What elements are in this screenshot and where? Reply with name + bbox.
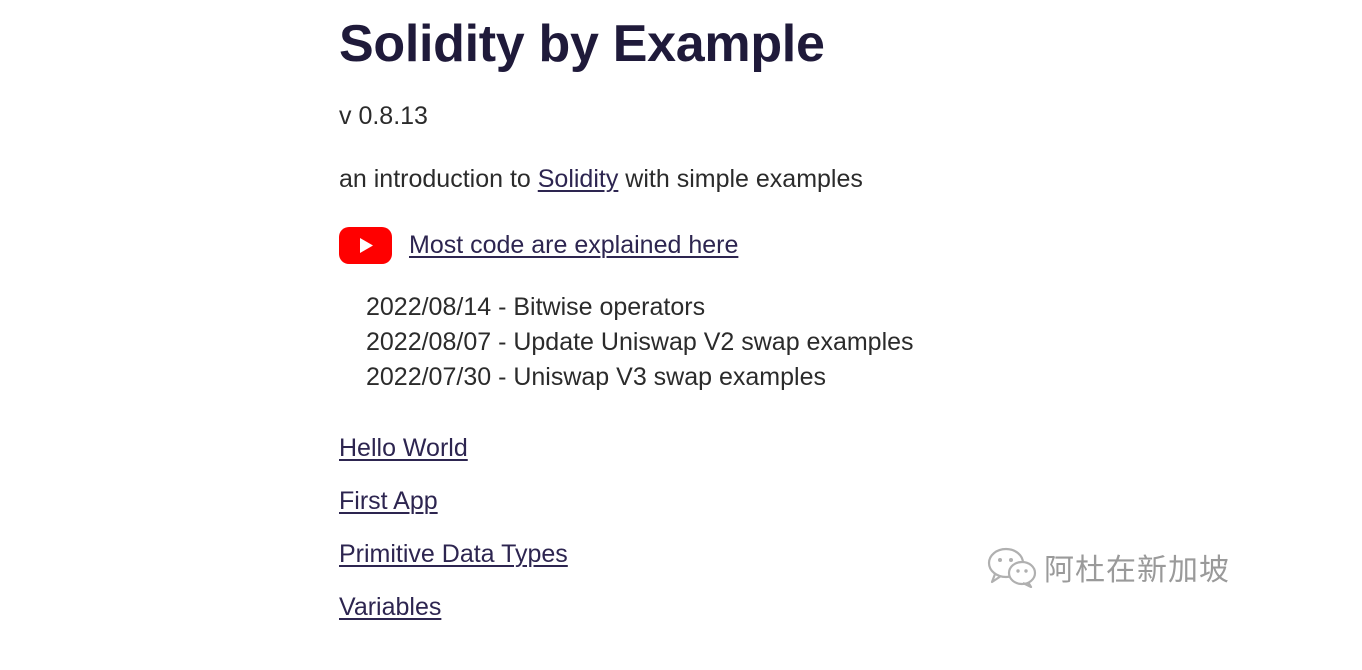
updates-list: 2022/08/14 - Bitwise operators 2022/08/0… [366,290,914,395]
youtube-icon[interactable] [339,226,392,264]
update-item: 2022/07/30 - Uniswap V3 swap examples [366,363,826,391]
solidity-link[interactable]: Solidity [538,165,619,193]
nav-link-first-app[interactable]: First App [339,487,438,515]
nav-link-primitive-data-types[interactable]: Primitive Data Types [339,540,568,568]
intro-text: an introduction to Solidity with simple … [339,165,863,194]
update-item: 2022/08/07 - Update Uniswap V2 swap exam… [366,328,914,356]
nav-link-variables[interactable]: Variables [339,593,441,621]
nav-link-hello-world[interactable]: Hello World [339,434,468,462]
nav-item-hello-world: Hello World [339,431,568,484]
version-label: v 0.8.13 [339,102,428,130]
wechat-icon [986,546,1038,589]
intro-prefix: an introduction to [339,165,538,193]
examples-nav: Hello World First App Primitive Data Typ… [339,431,568,643]
nav-item-variables: Variables [339,590,568,643]
nav-item-primitive-data-types: Primitive Data Types [339,537,568,590]
video-row: Most code are explained here [339,226,738,264]
intro-suffix: with simple examples [618,165,863,193]
watermark-text: 阿杜在新加坡 [1044,553,1230,588]
update-item: 2022/08/14 - Bitwise operators [366,293,706,321]
watermark: 阿杜在新加坡 [986,545,1230,589]
page-title: Solidity by Example [339,15,825,73]
nav-item-first-app: First App [339,484,568,537]
video-link[interactable]: Most code are explained here [409,231,738,260]
